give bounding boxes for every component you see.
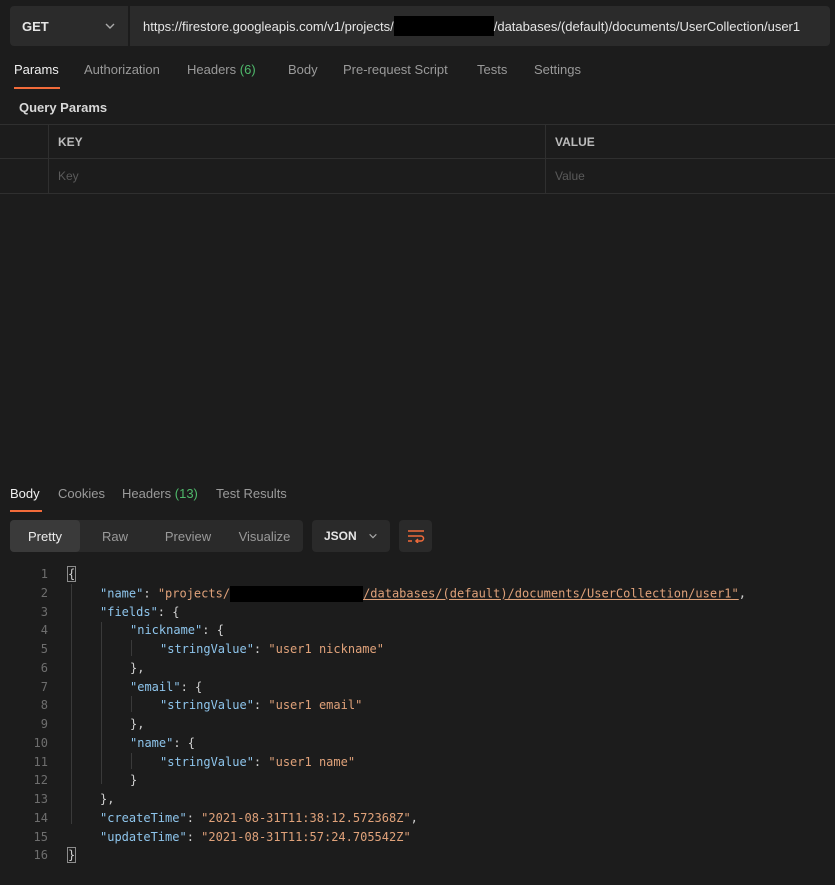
format-label: JSON bbox=[324, 529, 357, 543]
value-column-header: VALUE bbox=[555, 135, 595, 149]
code-line: }, bbox=[130, 661, 145, 675]
query-params-title: Query Params bbox=[19, 100, 108, 115]
code-line: "nickname": { bbox=[130, 623, 224, 637]
code-line: "stringValue": "user1 email" bbox=[160, 698, 363, 712]
indent-guide bbox=[101, 622, 102, 784]
view-mode-selector: Pretty Raw Preview Visualize bbox=[10, 520, 303, 552]
tab-prerequest-script[interactable]: Pre-request Script bbox=[343, 62, 448, 77]
url-suffix: /databases/(default)/documents/UserColle… bbox=[493, 18, 801, 34]
tab-headers[interactable]: Headers (6) bbox=[187, 62, 256, 77]
line-number: 1 bbox=[40, 567, 48, 581]
headers-count: (6) bbox=[239, 62, 256, 77]
line-number: 10 bbox=[33, 736, 48, 750]
code-line: }, bbox=[130, 717, 145, 731]
chevron-down-icon bbox=[105, 23, 115, 29]
table-header-row: KEY VALUE bbox=[0, 124, 835, 159]
key-column-header: KEY bbox=[58, 135, 83, 149]
line-number: 2 bbox=[40, 586, 48, 600]
line-number: 6 bbox=[40, 661, 48, 675]
code-line: "fields": { bbox=[100, 605, 180, 619]
key-input[interactable]: Key bbox=[58, 169, 79, 183]
preview-button[interactable]: Preview bbox=[150, 520, 226, 552]
url-prefix: https://firestore.googleapis.com/v1/proj… bbox=[143, 18, 394, 34]
value-input[interactable]: Value bbox=[555, 169, 585, 183]
visualize-button[interactable]: Visualize bbox=[226, 520, 303, 552]
column-divider bbox=[545, 124, 546, 193]
tab-test-results[interactable]: Test Results bbox=[216, 486, 287, 501]
code-line: "updateTime": "2021-08-31T11:57:24.70554… bbox=[100, 830, 411, 844]
indent-guide bbox=[131, 696, 132, 712]
method-label: GET bbox=[22, 18, 49, 34]
line-number: 9 bbox=[40, 717, 48, 731]
column-divider bbox=[48, 124, 49, 193]
code-line: "name": { bbox=[130, 736, 196, 750]
line-number: 13 bbox=[33, 792, 48, 806]
indent-guide bbox=[131, 753, 132, 769]
code-line: "name": "projects//databases/(default)/d… bbox=[100, 586, 746, 602]
raw-button[interactable]: Raw bbox=[80, 520, 150, 552]
line-number: 4 bbox=[40, 623, 48, 637]
line-number: 5 bbox=[40, 642, 48, 656]
code-line: }, bbox=[100, 792, 115, 806]
line-number: 11 bbox=[33, 755, 48, 769]
wrap-lines-button[interactable] bbox=[399, 520, 432, 552]
indent-guide bbox=[131, 640, 132, 656]
method-select[interactable]: GET bbox=[10, 6, 130, 46]
code-line: { bbox=[66, 566, 77, 582]
active-response-tab-indicator bbox=[10, 510, 42, 512]
code-line: "email": { bbox=[130, 680, 203, 694]
tab-body[interactable]: Body bbox=[288, 62, 318, 77]
line-number: 8 bbox=[40, 698, 48, 712]
line-number: 12 bbox=[33, 773, 48, 787]
tab-response-body[interactable]: Body bbox=[10, 486, 40, 501]
code-line: } bbox=[66, 847, 77, 863]
indent-guide bbox=[71, 584, 72, 824]
code-line: "createTime": "2021-08-31T11:38:12.57236… bbox=[100, 811, 418, 825]
pretty-button[interactable]: Pretty bbox=[10, 520, 80, 552]
code-line: "stringValue": "user1 name" bbox=[160, 755, 356, 769]
tab-authorization[interactable]: Authorization bbox=[84, 62, 160, 77]
request-tabs: Params Authorization Headers (6) Body Pr… bbox=[0, 62, 835, 86]
tab-tests[interactable]: Tests bbox=[477, 62, 507, 77]
chevron-down-icon bbox=[369, 533, 377, 539]
line-number: 3 bbox=[40, 605, 48, 619]
response-headers-count: (13) bbox=[174, 486, 198, 501]
tab-settings[interactable]: Settings bbox=[534, 62, 581, 77]
tab-params[interactable]: Params bbox=[14, 62, 59, 77]
table-row: Key Value bbox=[0, 158, 835, 194]
format-select[interactable]: JSON bbox=[312, 520, 390, 552]
code-line: } bbox=[130, 773, 138, 787]
response-tabs: Body Cookies Headers (13) Test Results bbox=[0, 486, 835, 510]
tab-response-headers[interactable]: Headers (13) bbox=[122, 486, 198, 501]
code-line: "stringValue": "user1 nickname" bbox=[160, 642, 384, 656]
wrap-lines-icon bbox=[407, 530, 424, 543]
line-number: 16 bbox=[33, 848, 48, 862]
line-number: 15 bbox=[33, 830, 48, 844]
tab-response-headers-label: Headers bbox=[122, 486, 172, 501]
tab-headers-label: Headers bbox=[187, 62, 237, 77]
line-number: 14 bbox=[33, 811, 48, 825]
tab-cookies[interactable]: Cookies bbox=[58, 486, 105, 501]
redacted-project-id bbox=[393, 16, 494, 36]
request-bar: GET https://firestore.googleapis.com/v1/… bbox=[10, 6, 830, 46]
url-input[interactable]: https://firestore.googleapis.com/v1/proj… bbox=[143, 6, 800, 46]
line-number: 7 bbox=[40, 680, 48, 694]
params-table: KEY VALUE Key Value bbox=[0, 124, 835, 194]
redacted-project-id bbox=[230, 586, 364, 602]
active-tab-indicator bbox=[14, 87, 60, 89]
